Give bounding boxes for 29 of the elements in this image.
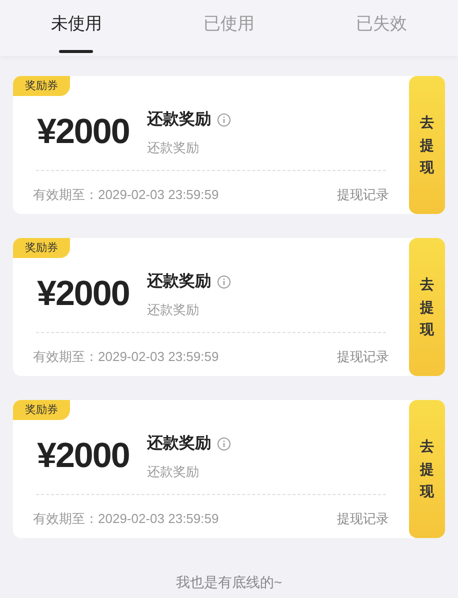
- coupon-title: 还款奖励: [147, 272, 211, 292]
- end-of-list-text: 我也是有底线的~: [176, 573, 282, 592]
- coupon-badge: 奖励券: [13, 400, 70, 420]
- tab-underline: [59, 50, 94, 53]
- expiry-date: 有效期至：2029-02-03 23:59:59: [33, 186, 219, 204]
- coupon-badge: 奖励券: [13, 238, 70, 258]
- coupon-badge: 奖励券: [13, 76, 70, 96]
- tab[interactable]: 未使用: [0, 0, 153, 56]
- withdraw-button[interactable]: 去提现: [409, 238, 445, 376]
- tab[interactable]: 已失效: [305, 0, 458, 56]
- coupon-subtitle: 还款奖励: [147, 462, 200, 480]
- info-icon[interactable]: [217, 436, 231, 450]
- withdraw-record-link[interactable]: 提现记录: [337, 508, 389, 528]
- withdraw-button[interactable]: 去提现: [409, 76, 445, 214]
- coupon-amount: ¥2000: [37, 435, 130, 477]
- info-icon[interactable]: [217, 274, 231, 288]
- expiry-date: 有效期至：2029-02-03 23:59:59: [33, 510, 219, 528]
- coupon-title: 还款奖励: [147, 110, 211, 130]
- info-icon[interactable]: [217, 112, 231, 126]
- coupon-amount: ¥2000: [37, 111, 130, 153]
- withdraw-button[interactable]: 去提现: [409, 400, 445, 538]
- withdraw-record-link[interactable]: 提现记录: [337, 346, 389, 366]
- tab[interactable]: 已使用: [152, 0, 306, 56]
- coupon-title: 还款奖励: [147, 434, 211, 454]
- expiry-date: 有效期至：2029-02-03 23:59:59: [33, 348, 219, 366]
- withdraw-record-link[interactable]: 提现记录: [337, 184, 389, 204]
- coupon-subtitle: 还款奖励: [147, 300, 200, 318]
- coupon-subtitle: 还款奖励: [147, 138, 200, 156]
- coupon-amount: ¥2000: [37, 273, 130, 315]
